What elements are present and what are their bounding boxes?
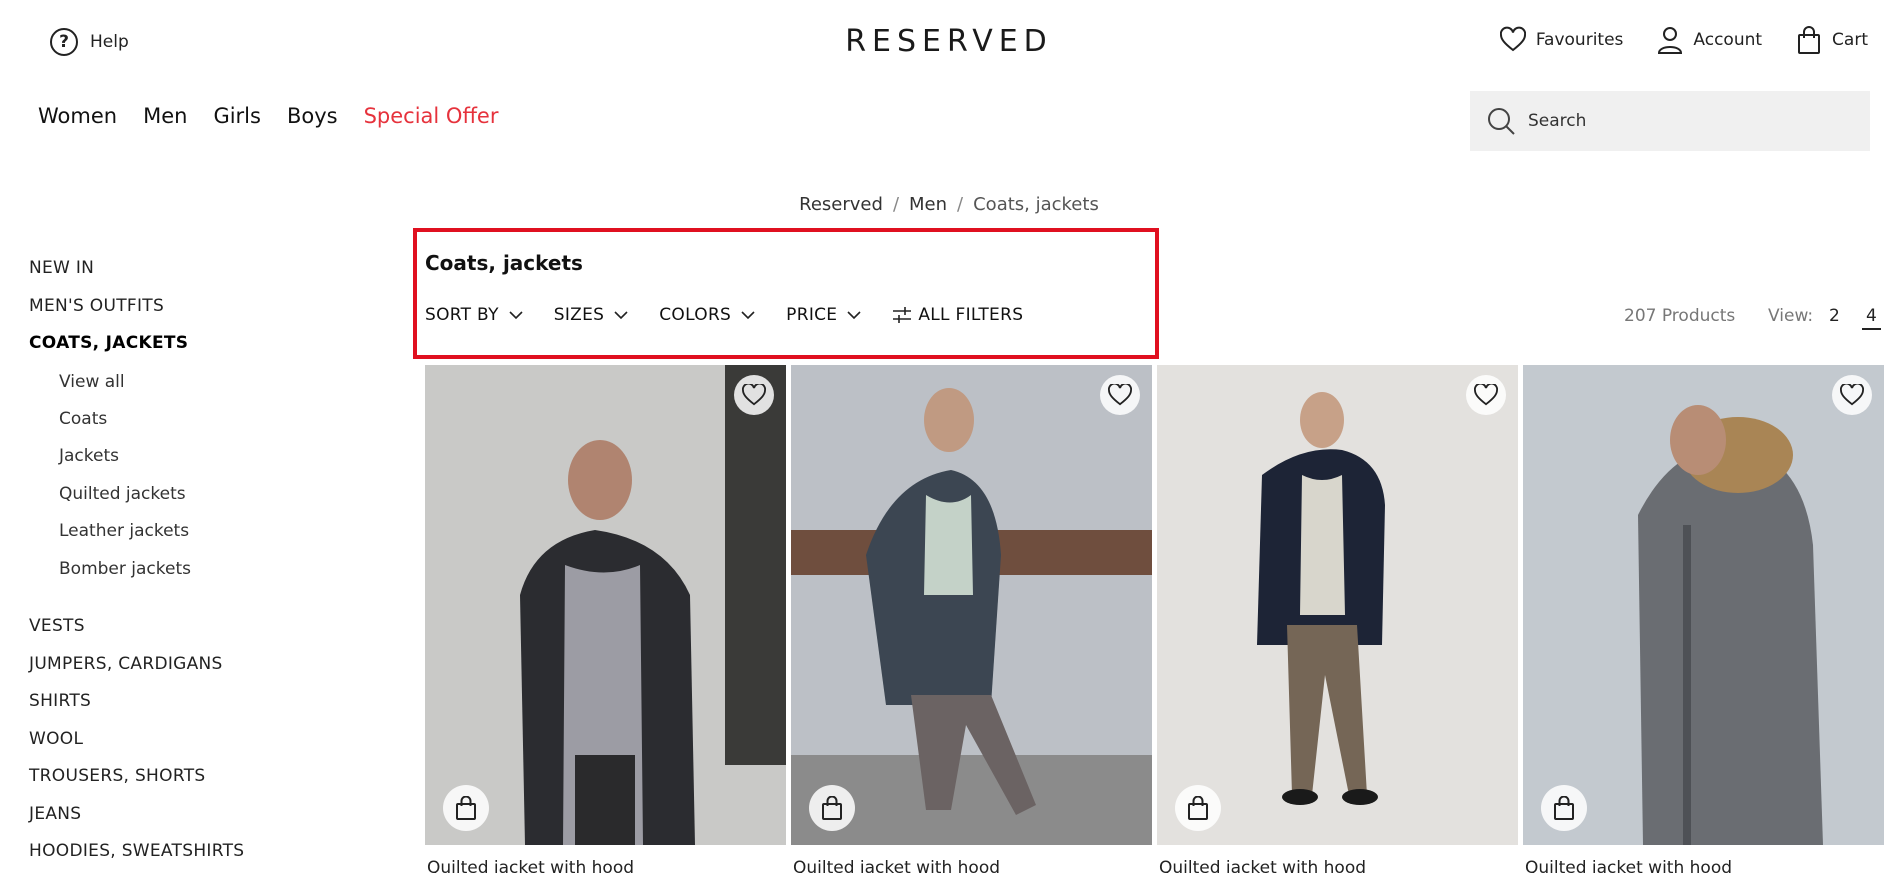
product-card[interactable]	[791, 365, 1152, 845]
heart-icon	[1499, 26, 1526, 52]
all-filters-button[interactable]: ALL FILTERS	[892, 305, 1023, 325]
chevron-down-icon	[614, 310, 628, 319]
colors-dropdown[interactable]: COLORS	[659, 305, 755, 325]
breadcrumb-separator: /	[892, 194, 900, 215]
sidebar-item-new-in[interactable]: NEW IN	[29, 258, 94, 278]
view-option-2[interactable]: 2	[1829, 306, 1840, 326]
product-name[interactable]: Quilted jacket with hood	[1525, 858, 1732, 873]
product-image	[425, 365, 786, 845]
sidebar-item-jeans[interactable]: JEANS	[29, 804, 81, 824]
sidebar-item-hoodies-sweatshirts[interactable]: HOODIES, SWEATSHIRTS	[29, 841, 244, 861]
add-to-cart-button[interactable]	[809, 785, 855, 831]
account-link[interactable]: Account	[1657, 26, 1762, 54]
product-card[interactable]	[1523, 365, 1884, 845]
sort-by-dropdown[interactable]: SORT BY	[425, 305, 523, 325]
view-option-4[interactable]: 4	[1862, 306, 1881, 330]
sidebar-item-jumpers-cardigans[interactable]: JUMPERS, CARDIGANS	[29, 654, 223, 674]
shopping-bag-icon	[1554, 796, 1574, 820]
nav-item-special-offer[interactable]: Special Offer	[364, 104, 499, 128]
colors-label: COLORS	[659, 305, 732, 325]
sidebar-item-coats-jackets[interactable]: COATS, JACKETS	[29, 333, 188, 353]
search-icon	[1488, 108, 1515, 135]
cart-link[interactable]: Cart	[1796, 26, 1868, 54]
sidebar-subitem-coats[interactable]: Coats	[59, 409, 107, 429]
nav-item-boys[interactable]: Boys	[287, 104, 338, 128]
help-link[interactable]: ? Help	[50, 28, 129, 56]
chevron-down-icon	[847, 310, 861, 319]
add-to-cart-button[interactable]	[1541, 785, 1587, 831]
product-card[interactable]	[1157, 365, 1518, 845]
breadcrumb-men[interactable]: Men	[909, 194, 947, 215]
product-name[interactable]: Quilted jacket with hood	[1159, 858, 1366, 873]
top-links: Favourites Account Cart	[1499, 26, 1868, 54]
sidebar-subitem-bomber-jackets[interactable]: Bomber jackets	[59, 559, 191, 579]
sidebar-item-wool[interactable]: WOOL	[29, 729, 83, 749]
sizes-dropdown[interactable]: SIZES	[554, 305, 628, 325]
product-name[interactable]: Quilted jacket with hood	[793, 858, 1000, 873]
sidebar-item-vests[interactable]: VESTS	[29, 616, 85, 636]
account-label: Account	[1693, 30, 1763, 50]
breadcrumb: Reserved / Men / Coats, jackets	[0, 194, 1898, 215]
search-input[interactable]: Search	[1470, 91, 1870, 151]
chevron-down-icon	[509, 310, 523, 319]
nav-item-men[interactable]: Men	[143, 104, 187, 128]
help-label: Help	[90, 32, 129, 52]
product-count: 207 Products	[1624, 306, 1736, 326]
highlight-box	[413, 228, 1159, 359]
sizes-label: SIZES	[553, 305, 605, 325]
sliders-icon	[893, 307, 912, 323]
heart-icon	[1840, 384, 1864, 406]
sidebar-subitem-view-all[interactable]: View all	[59, 372, 125, 392]
shopping-bag-icon	[1188, 796, 1208, 820]
sidebar-subitem-quilted-jackets[interactable]: Quilted jackets	[59, 484, 186, 504]
nav-item-girls[interactable]: Girls	[213, 104, 261, 128]
product-image	[1523, 365, 1884, 845]
logo[interactable]: RESERVED	[845, 24, 1053, 59]
favourites-link[interactable]: Favourites	[1499, 26, 1624, 54]
help-icon: ?	[50, 28, 78, 56]
favourite-button[interactable]	[734, 375, 774, 415]
shopping-bag-icon	[456, 796, 476, 820]
price-dropdown[interactable]: PRICE	[786, 305, 861, 325]
price-label: PRICE	[786, 305, 838, 325]
search-placeholder: Search	[1528, 111, 1587, 131]
cart-label: Cart	[1832, 30, 1868, 50]
sidebar-item-trousers-shorts[interactable]: TROUSERS, SHORTS	[29, 766, 205, 786]
sort-by-label: SORT BY	[425, 305, 499, 325]
nav-item-women[interactable]: Women	[38, 104, 117, 128]
favourite-button[interactable]	[1832, 375, 1872, 415]
view-label: View:	[1768, 306, 1814, 326]
product-card[interactable]	[425, 365, 786, 845]
page-title: Coats, jackets	[425, 251, 583, 275]
breadcrumb-reserved[interactable]: Reserved	[799, 194, 883, 215]
shopping-bag-icon	[822, 796, 842, 820]
add-to-cart-button[interactable]	[443, 785, 489, 831]
sidebar-item-shirts[interactable]: SHIRTS	[29, 691, 91, 711]
favourite-button[interactable]	[1100, 375, 1140, 415]
sidebar-item-mens-outfits[interactable]: MEN'S OUTFITS	[29, 296, 164, 316]
favourites-label: Favourites	[1535, 30, 1624, 50]
breadcrumb-separator: /	[957, 194, 964, 215]
filter-bar: SORT BY SIZES COLORS PRICE ALL FILTERS	[425, 305, 1023, 325]
product-name[interactable]: Quilted jacket with hood	[427, 858, 634, 873]
product-image	[791, 365, 1152, 845]
heart-icon	[742, 384, 766, 406]
sidebar-subitem-leather-jackets[interactable]: Leather jackets	[59, 521, 189, 541]
heart-icon	[1108, 384, 1132, 406]
product-image	[1157, 365, 1518, 845]
add-to-cart-button[interactable]	[1175, 785, 1221, 831]
favourite-button[interactable]	[1466, 375, 1506, 415]
shopping-bag-icon	[1798, 26, 1821, 54]
sidebar-subitem-jackets[interactable]: Jackets	[59, 446, 119, 466]
user-icon	[1658, 27, 1683, 54]
main-nav: Women Men Girls Boys Special Offer	[38, 104, 498, 128]
chevron-down-icon	[741, 310, 755, 319]
heart-icon	[1474, 384, 1498, 406]
breadcrumb-current: Coats, jackets	[973, 194, 1099, 215]
all-filters-label: ALL FILTERS	[918, 305, 1024, 325]
